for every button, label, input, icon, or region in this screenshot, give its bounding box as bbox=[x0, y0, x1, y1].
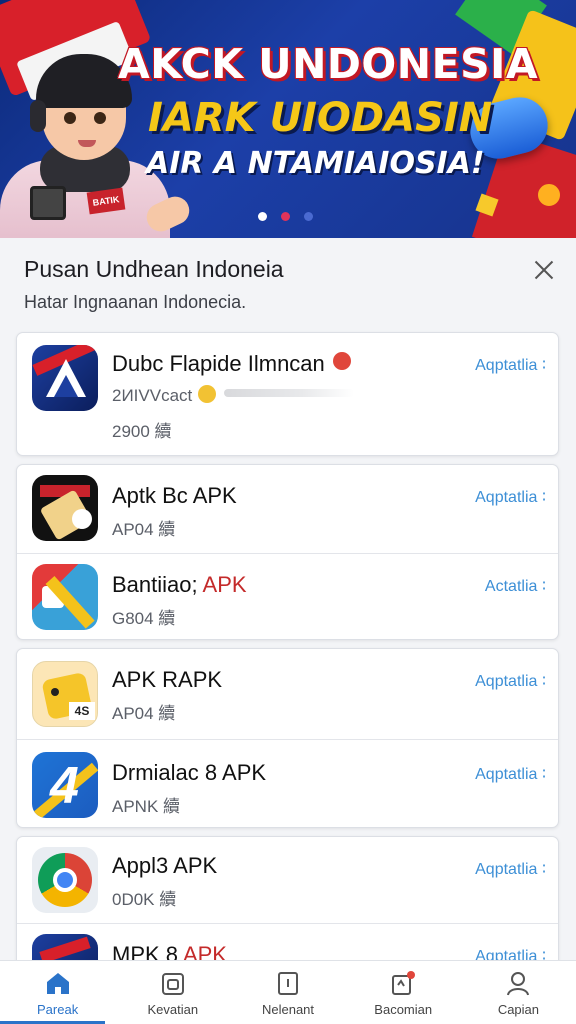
apk-label: APK bbox=[202, 572, 247, 597]
download-button[interactable]: Aqptatlia ∶ bbox=[475, 859, 546, 879]
app-size: AP04 續 bbox=[112, 704, 176, 723]
document-icon bbox=[278, 972, 298, 995]
calendar-icon bbox=[161, 973, 184, 995]
app-size: 0D0K 續 bbox=[112, 890, 177, 909]
app-icon: 4 bbox=[32, 752, 98, 818]
nav-label: Kevatian bbox=[147, 1002, 199, 1017]
app-name: APK RAPK bbox=[112, 667, 223, 692]
app-card: Appl3 APK 0D0K 續 Aqptatlia ∶ MPK 8 APK A… bbox=[16, 836, 559, 976]
nav-item-notifications[interactable]: Bacomian bbox=[346, 961, 461, 1024]
apple-icon bbox=[332, 352, 351, 370]
sheet-title: Pusan Undhean Indoneia bbox=[24, 256, 284, 282]
download-button[interactable]: Actatlia ∶ bbox=[485, 576, 546, 596]
download-button[interactable]: Aqptatlia ∶ bbox=[475, 764, 546, 784]
blurred-text bbox=[224, 389, 355, 397]
app-name: Dubc Flapide Ilmncan bbox=[112, 351, 325, 376]
list-item[interactable]: Bantiiao; APK G804 續 Actatlia ∶ bbox=[17, 553, 558, 639]
app-size: G804 續 bbox=[112, 609, 176, 628]
nav-item-document[interactable]: Nelenant bbox=[230, 961, 345, 1024]
download-button[interactable]: Aqptatlia ∶ bbox=[475, 671, 546, 691]
download-button[interactable]: Aqptatlia ∶ bbox=[475, 487, 546, 507]
nav-label: Bacomian bbox=[374, 1002, 433, 1017]
list-item[interactable]: 4 Drmialac 8 APK APNK 續 Aqptatlia ∶ bbox=[17, 739, 558, 827]
nav-item-home[interactable]: Pareak bbox=[0, 961, 115, 1024]
close-icon[interactable] bbox=[528, 254, 560, 286]
nav-item-calendar[interactable]: Kevatian bbox=[115, 961, 230, 1024]
app-size: APNK 續 bbox=[112, 797, 181, 816]
app-icon bbox=[32, 847, 98, 913]
app-card: Dubc Flapide Ilmncan 2ИIVVcact 2900 續 Aq… bbox=[16, 332, 559, 456]
app-developer: 2ИIVVcact bbox=[112, 386, 193, 405]
phone-icon bbox=[30, 186, 66, 220]
carousel-indicator[interactable] bbox=[258, 212, 313, 221]
app-name: Drmialac 8 APK bbox=[112, 760, 267, 785]
carousel-dot-active[interactable] bbox=[281, 212, 290, 221]
carousel-dot[interactable] bbox=[304, 212, 313, 221]
home-icon bbox=[46, 973, 69, 994]
app-name: Bantiiao; bbox=[112, 572, 198, 597]
sheet-subtitle: Hatar Ingnaanan Indonecia. bbox=[24, 292, 247, 312]
carousel-dot[interactable] bbox=[258, 212, 267, 221]
download-button[interactable]: Aqptatlia ∶ bbox=[475, 355, 546, 375]
nav-label: Nelenant bbox=[261, 1002, 315, 1017]
app-card: Aptk Bc APK AP04 續 Aqptatlia ∶ Bantiiao;… bbox=[16, 464, 559, 640]
app-icon bbox=[32, 345, 98, 411]
nav-label: Pareak bbox=[37, 1002, 79, 1017]
nav-item-profile[interactable]: Capian bbox=[461, 961, 576, 1024]
app-size: AP04 續 bbox=[112, 520, 176, 539]
list-item[interactable]: 4S APK RAPK AP04 續 Aqptatlia ∶ bbox=[17, 649, 558, 739]
banner-headline: AKCK UNDONESIA bbox=[118, 40, 539, 88]
app-name: Appl3 APK bbox=[112, 853, 218, 878]
coin-icon bbox=[198, 385, 217, 403]
banner-subheadline: IARK UIODASIN bbox=[148, 95, 493, 141]
bottom-navigation: Pareak Kevatian Nelenant Bacomian Capian bbox=[0, 960, 576, 1024]
app-name: Aptk Bc APK bbox=[112, 483, 237, 508]
profile-icon bbox=[507, 972, 530, 996]
notification-icon bbox=[392, 971, 416, 995]
app-size: 2900 續 bbox=[112, 422, 172, 441]
app-card: 4S APK RAPK AP04 續 Aqptatlia ∶ 4 Drmiala… bbox=[16, 648, 559, 828]
app-icon bbox=[32, 564, 98, 630]
nav-label: Capian bbox=[497, 1002, 540, 1017]
promo-banner[interactable]: BATIK AKCK UNDONESIA IARK UIODASIN AIR A… bbox=[0, 0, 576, 238]
app-icon bbox=[32, 475, 98, 541]
list-item[interactable]: Aptk Bc APK AP04 續 Aqptatlia ∶ bbox=[17, 465, 558, 553]
app-icon: 4S bbox=[32, 661, 98, 727]
app-list-sheet: Pusan Undhean Indoneia Hatar Ingnaanan I… bbox=[0, 238, 576, 976]
headset-icon bbox=[30, 100, 46, 132]
list-item[interactable]: Dubc Flapide Ilmncan 2ИIVVcact 2900 續 Aq… bbox=[17, 333, 558, 455]
badge-decoration bbox=[534, 180, 564, 210]
banner-tagline: AIR A NTAMIAIOSIA! bbox=[146, 146, 485, 181]
list-item[interactable]: Appl3 APK 0D0K 續 Aqptatlia ∶ bbox=[17, 837, 558, 923]
